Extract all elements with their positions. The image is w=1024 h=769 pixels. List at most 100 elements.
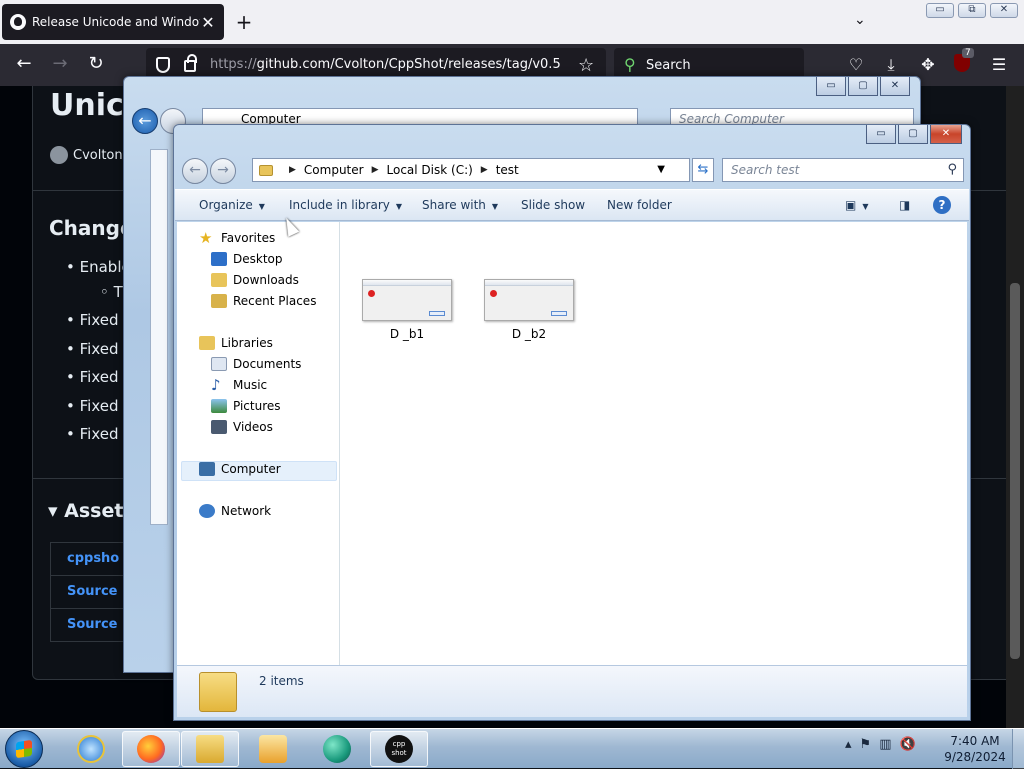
tab-close-icon[interactable]: ✕: [200, 13, 216, 32]
breadcrumb-separator-icon[interactable]: ▶: [481, 165, 488, 175]
view-options-icon[interactable]: ▣ ▼: [845, 198, 869, 212]
search-label: Search: [646, 58, 691, 73]
page-scrollbar-thumb[interactable]: [1010, 283, 1020, 659]
taskbar-firefox[interactable]: [122, 731, 180, 767]
share-with-button[interactable]: Share with ▼: [422, 198, 498, 212]
taskbar-app[interactable]: [308, 731, 366, 767]
browser-tab-active[interactable]: Release Unicode and Windows ✕: [2, 4, 224, 40]
window-restore-button[interactable]: ⧉: [958, 3, 986, 18]
explorer-folder-icon: [196, 735, 224, 763]
url-text[interactable]: https://github.com/Cvolton/CppShot/relea…: [210, 57, 561, 72]
browser-tab-bar: Release Unicode and Windows ✕ + ⌄ ▭ ⧉ ✕: [0, 0, 1024, 44]
refresh-icon[interactable]: ⇆: [692, 158, 714, 182]
lock-icon[interactable]: [184, 54, 197, 72]
author-name[interactable]: Cvolton: [73, 148, 123, 163]
file-item[interactable]: D _b2: [481, 279, 577, 341]
nav-libraries[interactable]: Libraries: [199, 336, 273, 350]
explorer-window[interactable]: ▭ ▢ ✕ ← → ▶ Computer ▶ Local Disk (C:) ▶…: [173, 124, 971, 721]
taskbar-media-player[interactable]: [244, 731, 302, 767]
extensions-icon[interactable]: ✥: [917, 55, 939, 74]
breadcrumb-computer[interactable]: Computer: [304, 163, 364, 177]
recent-places-icon: [211, 294, 227, 308]
taskbar-cppshot[interactable]: cpp shot: [370, 731, 428, 767]
window-minimize-button[interactable]: ▭: [866, 125, 896, 144]
forward-arrow-icon[interactable]: →: [210, 158, 236, 184]
reload-icon[interactable]: ↻: [84, 54, 108, 74]
bookmark-star-icon[interactable]: ☆: [578, 55, 594, 76]
nav-videos[interactable]: Videos: [211, 420, 273, 434]
breadcrumb-local-disk[interactable]: Local Disk (C:): [387, 163, 473, 177]
nav-computer[interactable]: Computer: [199, 462, 281, 476]
nav-downloads[interactable]: Downloads: [211, 273, 299, 287]
back-arrow-icon[interactable]: ←: [132, 108, 158, 134]
back-arrow-icon[interactable]: ←: [182, 158, 208, 184]
slide-show-button[interactable]: Slide show: [521, 198, 585, 212]
pocket-icon[interactable]: ♡: [845, 55, 867, 74]
downloads-icon[interactable]: ⤓: [880, 55, 902, 75]
search-engine-icon: ⚲: [624, 55, 636, 74]
address-bar[interactable]: ▶ Computer ▶ Local Disk (C:) ▶ test ▼: [252, 158, 690, 182]
show-desktop-button[interactable]: [1012, 729, 1024, 769]
file-name: D _b1: [389, 327, 425, 341]
preview-pane-icon[interactable]: ◨: [899, 198, 910, 212]
star-icon: ★: [199, 229, 213, 247]
nav-network[interactable]: Network: [199, 504, 271, 518]
image-thumbnail: [362, 279, 452, 321]
include-in-library-button[interactable]: Include in library ▼: [289, 198, 402, 212]
menu-icon[interactable]: ☰: [988, 55, 1010, 74]
action-center-flag-icon[interactable]: ⚑: [860, 737, 872, 752]
details-pane: 2 items: [177, 665, 967, 717]
image-thumbnail: [484, 279, 574, 321]
breadcrumb-separator-icon[interactable]: ▶: [289, 165, 296, 175]
window-close-button[interactable]: ✕: [880, 77, 910, 96]
navigation-pane: ★ Favorites Desktop Downloads Recent Plac…: [177, 222, 340, 668]
volume-muted-icon[interactable]: 🔇: [899, 737, 915, 752]
clock[interactable]: 7:40 AM 9/28/2024: [940, 733, 1010, 765]
nav-documents[interactable]: Documents: [211, 357, 301, 371]
window-close-button[interactable]: ✕: [990, 3, 1018, 18]
search-placeholder: Search test: [731, 163, 800, 177]
nav-pictures[interactable]: Pictures: [211, 399, 281, 413]
tracking-shield-icon[interactable]: [156, 57, 170, 73]
app-icon: [323, 735, 351, 763]
search-input[interactable]: Search test ⚲: [722, 158, 964, 182]
back-arrow-icon[interactable]: ←: [12, 54, 36, 74]
nav-recent-places[interactable]: Recent Places: [211, 294, 316, 308]
list-item: • Fixed: [66, 397, 119, 415]
taskbar: cpp shot ▴ ⚑ ▥ 🔇 7:40 AM 9/28/2024: [0, 728, 1024, 769]
show-hidden-icons-icon[interactable]: ▴: [845, 737, 852, 752]
item-count: 2 items: [259, 674, 304, 688]
network-tray-icon[interactable]: ▥: [879, 737, 891, 752]
assets-heading[interactable]: ▾ Assets: [48, 500, 135, 522]
window-close-button[interactable]: ✕: [930, 125, 962, 144]
file-item[interactable]: D _b1: [359, 279, 455, 341]
list-all-tabs-button[interactable]: ⌄: [854, 12, 866, 28]
window-minimize-button[interactable]: ▭: [926, 3, 954, 18]
window-minimize-button[interactable]: ▭: [816, 77, 846, 96]
desktop-icon: [211, 252, 227, 266]
nav-desktop[interactable]: Desktop: [211, 252, 283, 266]
window-maximize-button[interactable]: ▢: [898, 125, 928, 144]
release-author[interactable]: Cvolton: [50, 146, 123, 164]
music-icon: ♪: [211, 376, 221, 394]
new-tab-button[interactable]: +: [234, 10, 254, 34]
forward-arrow-icon[interactable]: →: [48, 54, 72, 74]
list-item: • Fixed: [66, 368, 119, 386]
notification-area: ▴ ⚑ ▥ 🔇: [845, 737, 916, 752]
chevron-down-icon[interactable]: ▼: [657, 164, 665, 175]
network-icon: [199, 504, 215, 518]
breadcrumb-test[interactable]: test: [496, 163, 519, 177]
window-maximize-button[interactable]: ▢: [848, 77, 878, 96]
new-folder-button[interactable]: New folder: [607, 198, 672, 212]
nav-favorites[interactable]: ★ Favorites: [199, 229, 275, 247]
start-button[interactable]: [5, 730, 43, 768]
taskbar-explorer[interactable]: [181, 731, 239, 767]
nav-music[interactable]: ♪ Music: [211, 376, 267, 394]
windows-logo-icon: [16, 739, 32, 759]
taskbar-ie[interactable]: [62, 731, 120, 767]
organize-button[interactable]: Organize ▼: [199, 198, 265, 212]
help-icon[interactable]: ?: [933, 196, 951, 214]
search-icon[interactable]: ⚲: [947, 162, 957, 177]
breadcrumb-separator-icon[interactable]: ▶: [372, 165, 379, 175]
media-player-icon: [259, 735, 287, 763]
